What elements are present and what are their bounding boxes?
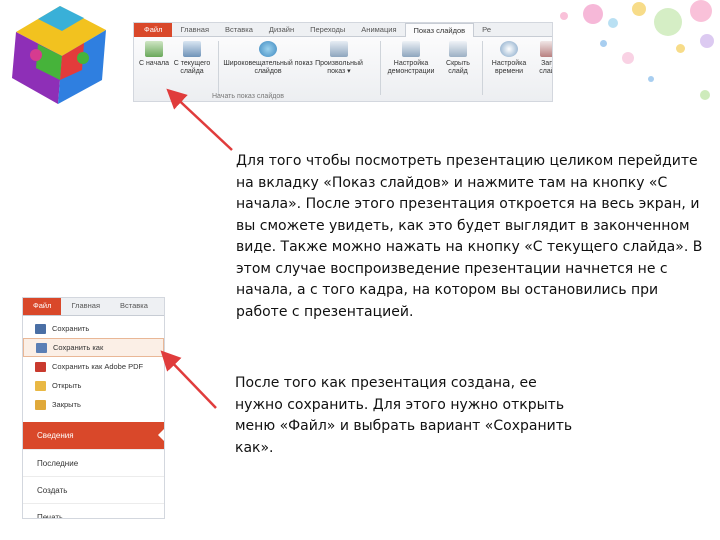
arrow-to-from-beginning [166, 88, 233, 151]
instruction-paragraph-save: После того как презентация создана, ее н… [235, 375, 573, 456]
arrow-to-save-as [160, 350, 217, 409]
instruction-paragraph-slideshow: Для того чтобы посмотреть презентацию це… [236, 153, 703, 320]
